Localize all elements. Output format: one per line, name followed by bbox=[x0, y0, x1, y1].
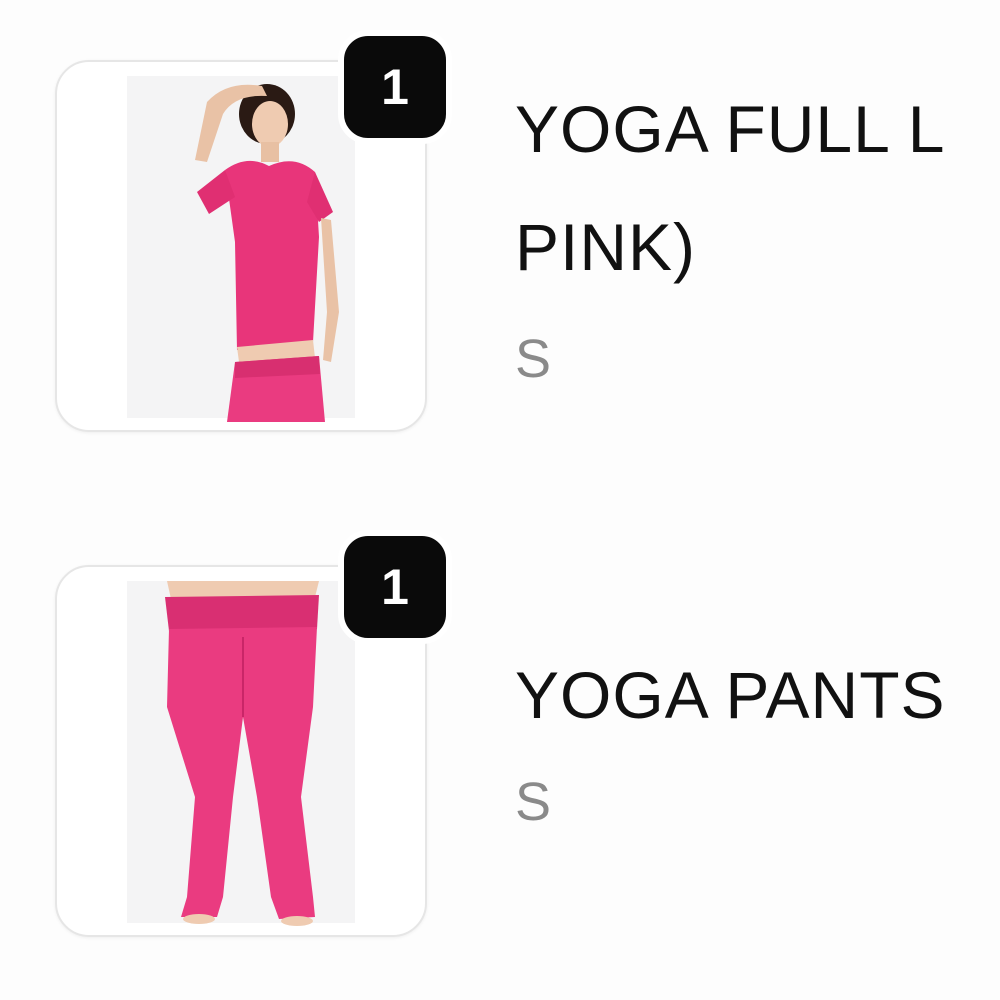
cart-item-list: 1 YOGA FULL L PINK) S 1 YOGA PANTS S bbox=[0, 0, 1000, 1000]
quantity-badge: 1 bbox=[338, 30, 452, 144]
cart-item[interactable]: 1 YOGA PANTS S bbox=[0, 505, 1000, 937]
quantity-badge: 1 bbox=[338, 530, 452, 644]
product-name: YOGA PANTS bbox=[515, 645, 1000, 745]
product-variant-size: S bbox=[515, 329, 552, 389]
product-name: YOGA FULL L PINK) bbox=[515, 70, 1000, 306]
cart-item[interactable]: 1 YOGA FULL L PINK) S bbox=[0, 0, 1000, 432]
product-variant-size: S bbox=[515, 772, 552, 832]
product-name-line-1: YOGA PANTS bbox=[515, 658, 946, 732]
product-name-line-2: PINK) bbox=[515, 210, 697, 284]
product-name-line-1: YOGA FULL L bbox=[515, 92, 946, 166]
